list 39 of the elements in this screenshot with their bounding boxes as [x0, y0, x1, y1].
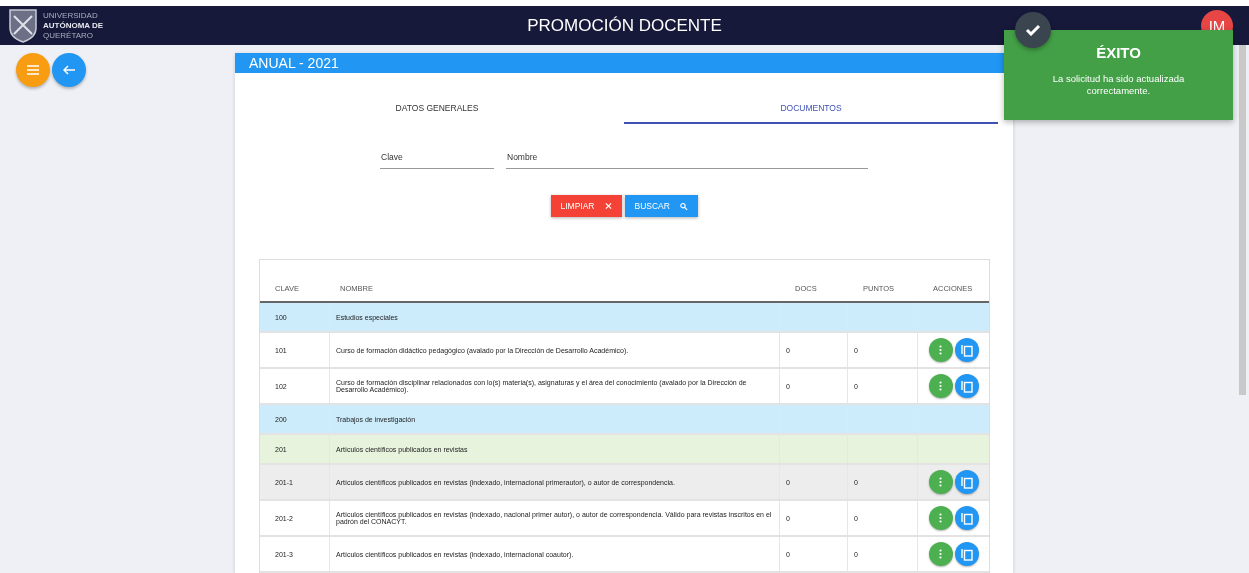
back-button[interactable]	[52, 53, 86, 87]
toast-title: ÉXITO	[1096, 44, 1141, 61]
more-vertical-icon	[939, 549, 942, 559]
university-name: UNIVERSIDAD	[43, 10, 99, 21]
copy-icon	[960, 343, 973, 357]
shield-logo-icon	[8, 7, 38, 44]
copy-button[interactable]	[954, 470, 979, 494]
more-vertical-icon	[939, 345, 942, 355]
copy-icon	[960, 547, 973, 561]
clear-button[interactable]: LIMPIAR	[550, 195, 622, 217]
more-vertical-icon	[939, 513, 942, 523]
scrollbar[interactable]	[1239, 45, 1246, 395]
university-name: AUTÓNOMA DE	[43, 20, 104, 31]
check-icon	[1025, 24, 1041, 36]
card-title: ANUAL - 2021	[249, 55, 339, 71]
toast-message: La solicitud ha sido actualizada correctamente.	[1051, 73, 1186, 97]
copy-button[interactable]	[954, 374, 979, 398]
more-button[interactable]	[928, 542, 953, 566]
tab[interactable]: DOCUMENTOS	[624, 95, 998, 124]
university-name: QUERÉTARO	[43, 30, 95, 41]
copy-button[interactable]	[954, 506, 979, 530]
close-icon	[604, 202, 612, 210]
menu-icon	[27, 65, 39, 75]
more-button[interactable]	[928, 506, 953, 530]
more-button[interactable]	[928, 374, 953, 398]
app-title: PROMOCIÓN DOCENTE	[527, 15, 722, 36]
tab[interactable]: DATOS GENERALES	[250, 95, 624, 124]
more-button[interactable]	[928, 338, 953, 362]
copy-icon	[960, 379, 973, 393]
more-vertical-icon	[939, 381, 942, 391]
copy-button[interactable]	[954, 542, 979, 566]
copy-button[interactable]	[954, 338, 979, 362]
search-icon	[679, 201, 688, 211]
copy-icon	[960, 475, 973, 489]
more-vertical-icon	[939, 477, 942, 487]
menu-button[interactable]	[16, 53, 50, 87]
back-arrow-icon	[63, 65, 75, 75]
copy-icon	[960, 511, 973, 525]
more-button[interactable]	[928, 470, 953, 494]
